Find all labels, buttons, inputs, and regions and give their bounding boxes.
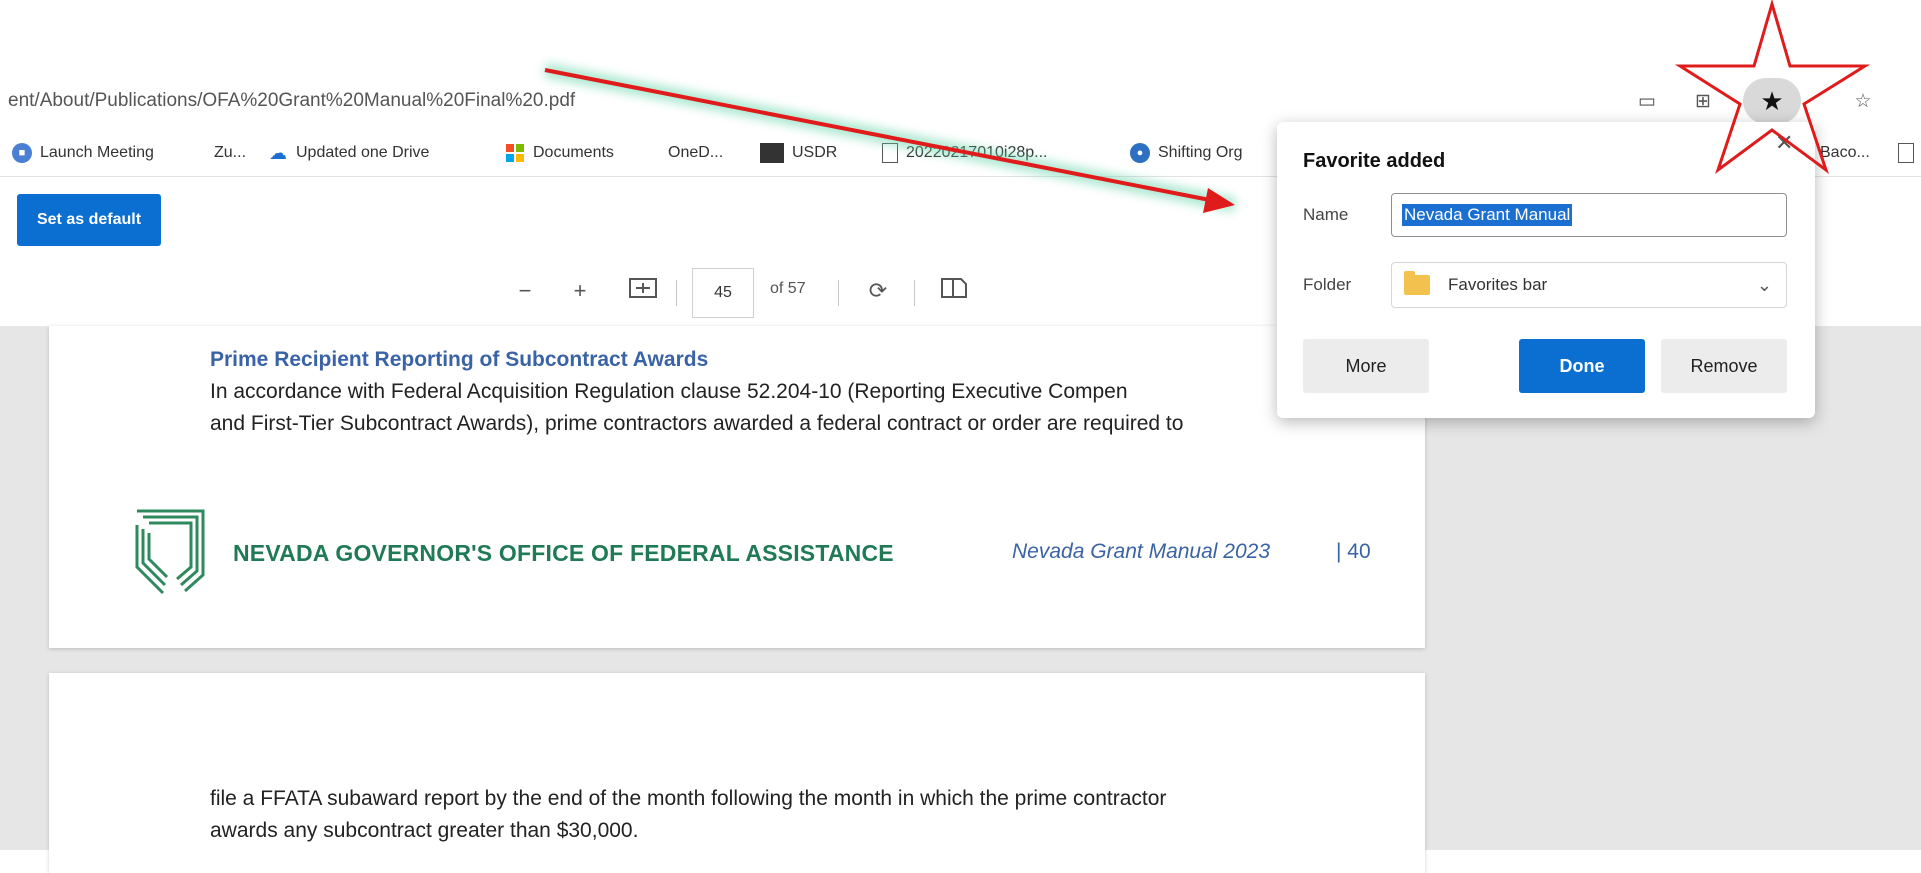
rotate-button[interactable]: ⟳ bbox=[858, 270, 898, 312]
zoom-out-button[interactable]: − bbox=[508, 270, 542, 312]
fav-item-shifting-org[interactable]: ● Shifting Org bbox=[1130, 140, 1242, 166]
footer-org-name: NEVADA GOVERNOR'S OFFICE OF FEDERAL ASSI… bbox=[233, 540, 894, 566]
page-view-button[interactable] bbox=[936, 270, 972, 312]
video-icon: ■ bbox=[12, 143, 32, 163]
pdf-page bbox=[49, 326, 1425, 648]
reading-view-icon[interactable]: ▭ bbox=[1630, 86, 1664, 116]
footer-page-number: | 40 bbox=[1336, 540, 1371, 563]
page-total: of 57 bbox=[770, 280, 806, 297]
toolbar-divider bbox=[914, 280, 915, 306]
pdf-page bbox=[49, 673, 1425, 873]
globe-icon: ● bbox=[1130, 143, 1150, 163]
toolbar-divider bbox=[676, 280, 677, 306]
zoom-in-button[interactable]: + bbox=[563, 270, 597, 312]
footer-manual-title: Nevada Grant Manual 2023 bbox=[1012, 540, 1270, 563]
folder-label: Folder bbox=[1303, 275, 1352, 294]
ofa-logo bbox=[133, 505, 208, 595]
star-filled-icon: ★ bbox=[1760, 85, 1784, 116]
extensions-icon[interactable]: ⊞ bbox=[1686, 86, 1720, 116]
fit-page-button[interactable] bbox=[625, 270, 661, 312]
body-text-line: awards any subcontract greater than $30,… bbox=[210, 819, 639, 842]
page-number-input[interactable]: 45 bbox=[692, 268, 754, 318]
section-heading: Prime Recipient Reporting of Subcontract… bbox=[210, 348, 709, 371]
popup-title: Favorite added bbox=[1303, 150, 1446, 172]
fit-width-icon bbox=[629, 278, 657, 304]
set-as-default-button[interactable]: Set as default bbox=[17, 194, 161, 246]
body-text-line: file a FFATA subaward report by the end … bbox=[210, 787, 1167, 810]
folder-icon bbox=[1404, 271, 1430, 295]
page-icon bbox=[1898, 143, 1914, 163]
fav-item-page-icon[interactable] bbox=[1898, 140, 1921, 166]
name-label: Name bbox=[1303, 205, 1349, 224]
fav-item-oned[interactable]: OneD... bbox=[668, 140, 723, 166]
favorite-star-button[interactable]: ★ bbox=[1743, 78, 1801, 124]
rotate-icon: ⟳ bbox=[868, 278, 888, 303]
done-button[interactable]: Done bbox=[1519, 339, 1645, 393]
remove-button[interactable]: Remove bbox=[1661, 339, 1787, 393]
body-text-line: In accordance with Federal Acquisition R… bbox=[210, 380, 1128, 403]
fav-item-onedrive[interactable]: ☁ Updated one Drive bbox=[268, 140, 429, 166]
close-icon[interactable]: ✕ bbox=[1775, 130, 1793, 156]
body-text-line: and First-Tier Subcontract Awards), prim… bbox=[210, 412, 1184, 435]
fav-item-launch-meeting[interactable]: ■ Launch Meeting bbox=[12, 140, 154, 166]
favorite-name-input[interactable]: Nevada Grant Manual bbox=[1391, 193, 1787, 237]
folder-value: Favorites bar bbox=[1448, 275, 1548, 294]
image-icon bbox=[760, 143, 784, 163]
url-text[interactable]: ent/About/Publications/OFA%20Grant%20Man… bbox=[8, 90, 575, 112]
favorite-name-value: Nevada Grant Manual bbox=[1402, 204, 1573, 226]
fav-item-zu[interactable]: Zu... bbox=[214, 140, 246, 166]
more-button[interactable]: More bbox=[1303, 339, 1429, 393]
toolbar-divider bbox=[838, 280, 839, 306]
favorites-collection-icon[interactable]: ☆ bbox=[1846, 86, 1880, 116]
fav-item-usdr[interactable]: USDR bbox=[760, 140, 837, 166]
page-view-icon bbox=[941, 277, 967, 305]
fav-item-documents[interactable]: Documents bbox=[505, 140, 614, 166]
fav-item-file[interactable]: 20220217010i28p... bbox=[882, 140, 1047, 166]
chevron-down-icon: ⌄ bbox=[1756, 274, 1772, 295]
fav-item-baco[interactable]: Baco... bbox=[1820, 140, 1870, 166]
folder-dropdown[interactable]: Favorites bar ⌄ bbox=[1391, 262, 1787, 308]
office-icon bbox=[505, 143, 525, 163]
cloud-icon: ☁ bbox=[269, 142, 287, 163]
page-icon bbox=[882, 143, 898, 163]
